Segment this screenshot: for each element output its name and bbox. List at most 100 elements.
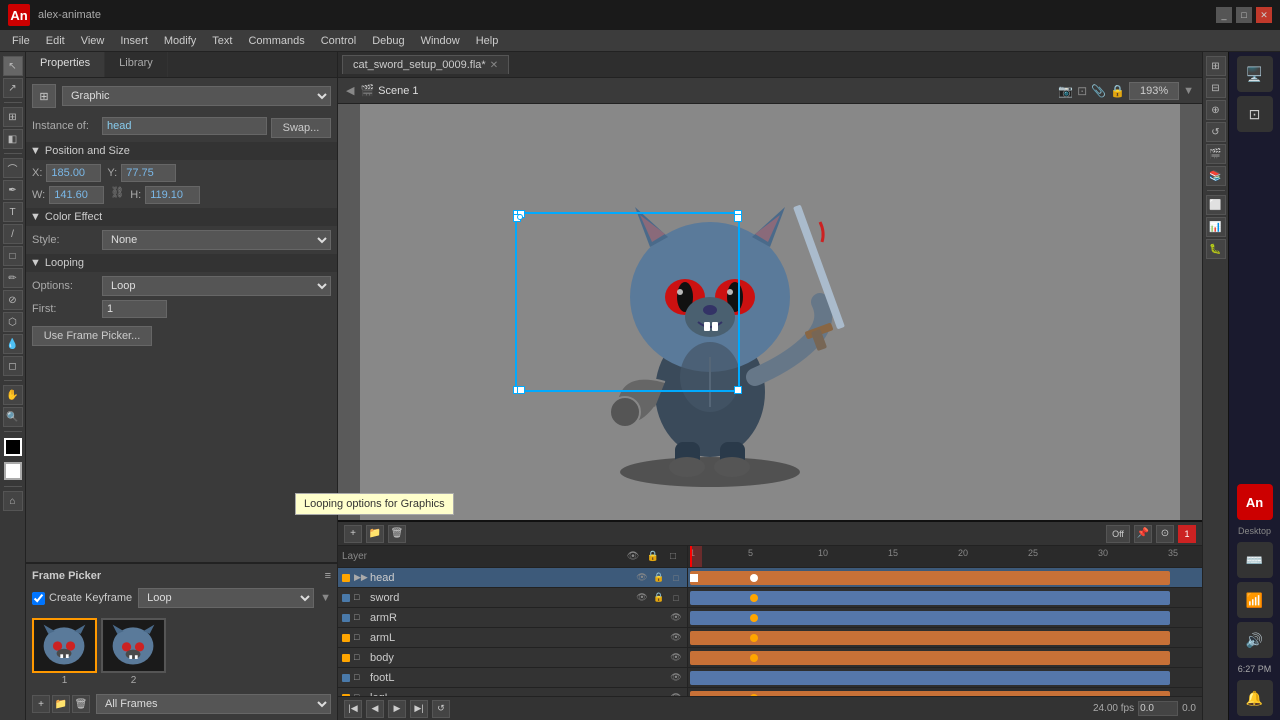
gradient-tool[interactable]: ◧ xyxy=(3,129,23,149)
x-input[interactable]: 185.00 xyxy=(46,164,101,182)
tab-properties[interactable]: Properties xyxy=(26,52,105,77)
history-icon[interactable]: ↺ xyxy=(1206,122,1226,142)
menu-commands[interactable]: Commands xyxy=(240,33,312,49)
onion-skin-button[interactable]: ⊙ xyxy=(1156,525,1174,543)
position-section-header[interactable]: ▼ Position and Size xyxy=(26,142,337,160)
loop-button[interactable]: ↺ xyxy=(432,700,450,718)
scene-icon-btn[interactable]: 🎬 xyxy=(1206,144,1226,164)
subselect-tool[interactable]: ↗ xyxy=(3,78,23,98)
paint-bucket-tool[interactable]: ⬡ xyxy=(3,312,23,332)
pen-tool[interactable]: ✒ xyxy=(3,180,23,200)
restore-button[interactable]: □ xyxy=(1236,7,1252,23)
menu-text[interactable]: Text xyxy=(204,33,240,49)
new-folder-button[interactable]: 📁 xyxy=(366,525,384,543)
symbol-type-dropdown[interactable]: Graphic xyxy=(62,86,331,106)
looping-section-header[interactable]: ▼ Looping xyxy=(26,254,337,272)
hand-tool[interactable]: ✋ xyxy=(3,385,23,405)
new-layer-button[interactable]: + xyxy=(344,525,362,543)
layer-row-armL[interactable]: □ armL 👁 xyxy=(338,628,687,648)
library-icon[interactable]: 📚 xyxy=(1206,166,1226,186)
notification-icon[interactable]: 🔔 xyxy=(1237,680,1273,716)
close-button[interactable]: ✕ xyxy=(1256,7,1272,23)
align-icon[interactable]: ⊟ xyxy=(1206,78,1226,98)
layer-row-head[interactable]: ▶▶ head 👁 🔒 □ xyxy=(338,568,687,588)
text-tool[interactable]: T xyxy=(3,202,23,222)
y-input[interactable]: 77.75 xyxy=(121,164,176,182)
layer-row-armR[interactable]: □ armR 👁 xyxy=(338,608,687,628)
layer-eye-head[interactable]: 👁 xyxy=(635,571,649,585)
monitor-icon[interactable]: ⊡ xyxy=(1237,96,1273,132)
layer-row-body[interactable]: □ body 👁 xyxy=(338,648,687,668)
titlebar-controls[interactable]: _ □ ✕ xyxy=(1216,7,1272,23)
fill-color[interactable] xyxy=(4,462,22,480)
minimize-button[interactable]: _ xyxy=(1216,7,1232,23)
network-icon[interactable]: 📶 xyxy=(1237,582,1273,618)
zoom-dropdown-arrow-icon[interactable]: ▼ xyxy=(1183,85,1194,97)
back-arrow-icon[interactable]: ◀ xyxy=(346,84,354,97)
menu-edit[interactable]: Edit xyxy=(38,33,73,49)
create-keyframe-checkbox[interactable] xyxy=(32,592,45,605)
canvas-icon[interactable]: ⬜ xyxy=(1206,195,1226,215)
current-time-input[interactable] xyxy=(1138,701,1178,716)
all-frames-dropdown[interactable]: All Frames xyxy=(96,694,331,714)
layer-folder-button[interactable]: 📁 xyxy=(52,695,70,713)
eyedropper-tool[interactable]: 💧 xyxy=(3,334,23,354)
menu-debug[interactable]: Debug xyxy=(364,33,412,49)
components-icon[interactable]: ⊕ xyxy=(1206,100,1226,120)
delete-layer-button[interactable]: 🗑 xyxy=(388,525,406,543)
style-dropdown[interactable]: None xyxy=(102,230,331,250)
menu-window[interactable]: Window xyxy=(413,33,468,49)
screen-icon[interactable]: 🖥️ xyxy=(1237,56,1273,92)
play-button[interactable]: ▶ xyxy=(388,700,406,718)
first-input[interactable]: 1 xyxy=(102,300,167,318)
tab-library[interactable]: Library xyxy=(105,52,168,77)
layer-add-button[interactable]: + xyxy=(32,695,50,713)
zoom-tool[interactable]: 🔍 xyxy=(3,407,23,427)
lasso-tool[interactable]: ⌒ xyxy=(3,158,23,178)
properties-icon[interactable]: ⊞ xyxy=(1206,56,1226,76)
layer-lock-head[interactable]: 🔒 xyxy=(652,571,666,585)
menu-help[interactable]: Help xyxy=(468,33,507,49)
layer-outline-sword[interactable]: □ xyxy=(669,591,683,605)
layer-delete-button[interactable]: 🗑 xyxy=(72,695,90,713)
brush-tool[interactable]: ⊘ xyxy=(3,290,23,310)
menu-control[interactable]: Control xyxy=(313,33,364,49)
frames-panel[interactable]: 1 5 10 15 20 25 30 35 xyxy=(688,546,1202,696)
eraser-tool[interactable]: ◻ xyxy=(3,356,23,376)
layer-outline-head[interactable]: □ xyxy=(669,571,683,585)
use-frame-picker-button[interactable]: Use Frame Picker... xyxy=(32,326,152,346)
layer-row-legL[interactable]: □ legL 👁 xyxy=(338,688,687,696)
free-transform-tool[interactable]: ⊞ xyxy=(3,107,23,127)
stroke-color[interactable] xyxy=(4,438,22,456)
go-first-button[interactable]: |◀ xyxy=(344,700,362,718)
keyboard-icon[interactable]: ⌨️ xyxy=(1237,542,1273,578)
options-dropdown[interactable]: Loop Play Once Single Frame xyxy=(102,276,331,296)
frame-thumb-2-img[interactable] xyxy=(101,618,166,673)
line-tool[interactable]: / xyxy=(3,224,23,244)
layer-eye-body[interactable]: 👁 xyxy=(669,651,683,665)
layer-row-sword[interactable]: □ sword 👁 🔒 □ xyxy=(338,588,687,608)
frame-thumb-2[interactable]: 2 xyxy=(101,618,166,686)
menu-insert[interactable]: Insert xyxy=(112,33,156,49)
menu-modify[interactable]: Modify xyxy=(156,33,204,49)
layer-eye-sword[interactable]: 👁 xyxy=(635,591,649,605)
shape-tool[interactable]: □ xyxy=(3,246,23,266)
color-section-header[interactable]: ▼ Color Effect xyxy=(26,208,337,226)
stage[interactable] xyxy=(338,104,1202,520)
swap-button[interactable]: Swap... xyxy=(271,118,331,138)
h-input[interactable]: 119.10 xyxy=(145,186,200,204)
select-tool[interactable]: ↖ xyxy=(3,56,23,76)
pencil-tool[interactable]: ✏ xyxy=(3,268,23,288)
layer-eye-footL[interactable]: 👁 xyxy=(669,671,683,685)
output-icon[interactable]: 📊 xyxy=(1206,217,1226,237)
menu-view[interactable]: View xyxy=(73,33,113,49)
instance-of-input[interactable]: head xyxy=(102,117,267,135)
off-button[interactable]: Off xyxy=(1106,525,1130,543)
layer-eye-armR[interactable]: 👁 xyxy=(669,611,683,625)
layer-eye-armL[interactable]: 👁 xyxy=(669,631,683,645)
volume-icon[interactable]: 🔊 xyxy=(1237,622,1273,658)
layer-row-footL[interactable]: □ footL 👁 xyxy=(338,668,687,688)
go-prev-button[interactable]: ◀ xyxy=(366,700,384,718)
file-tab-close-icon[interactable]: ✕ xyxy=(490,60,498,71)
frame-thumb-1[interactable]: 1 xyxy=(32,618,97,686)
